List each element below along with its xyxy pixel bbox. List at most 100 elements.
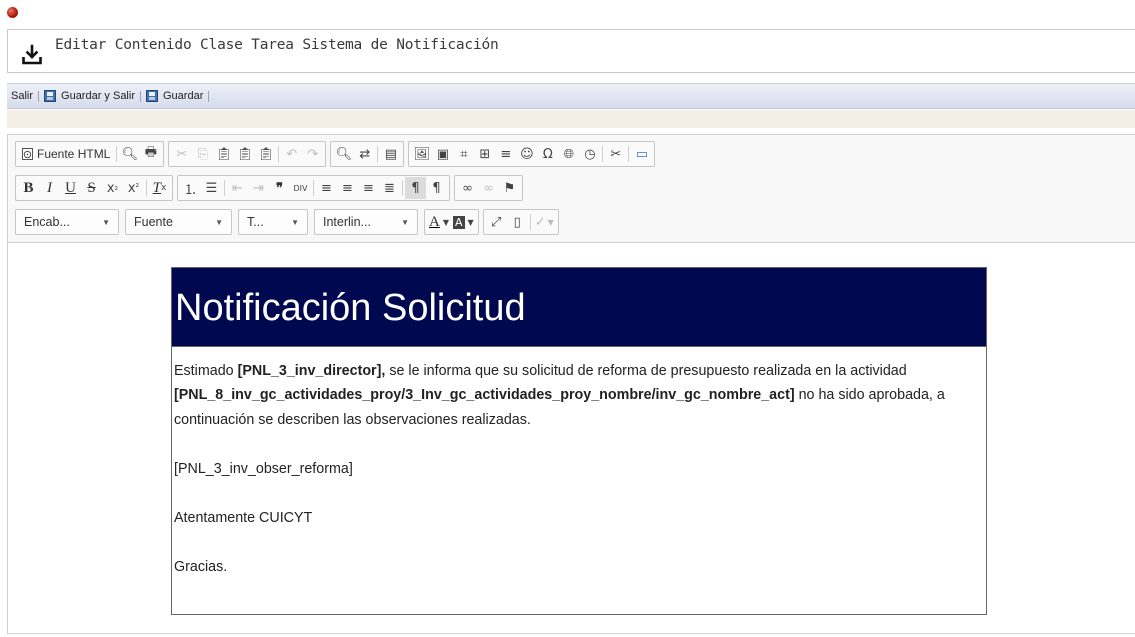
toolbar-group-document: ⊙ Fuente HTML 🔍︎ 🖶	[15, 141, 165, 167]
floppy-icon	[44, 90, 57, 102]
editor-toolbar: ⊙ Fuente HTML 🔍︎ 🖶 ✂ ⎘ 📋︎ 📋︎ 📋︎ ↶ ↷ 🔍︎ ⇄	[8, 135, 1135, 243]
page-title: Editar Contenido Clase Tarea Sistema de …	[55, 37, 499, 53]
format-select-value: Encab...	[24, 215, 70, 229]
chevron-down-icon: ▼	[401, 217, 409, 227]
align-center-icon[interactable]: ≡	[337, 177, 358, 199]
templates-icon[interactable]: ✂	[605, 143, 626, 165]
divider	[116, 146, 118, 162]
spacer-strip	[7, 110, 1135, 128]
save-label: Guardar	[163, 90, 204, 102]
background-color-icon[interactable]: A ▼	[451, 211, 476, 233]
horizontal-rule-icon[interactable]: ≡	[495, 143, 516, 165]
clock-icon[interactable]: ◷	[579, 143, 600, 165]
size-select[interactable]: T... ▼	[238, 209, 308, 235]
chevron-down-icon: ▼	[102, 217, 110, 227]
table-icon[interactable]: ⊞	[474, 143, 495, 165]
notification-heading: Notificación Solicitud	[171, 267, 987, 347]
bold-icon[interactable]: B	[18, 177, 39, 199]
numbered-list-icon[interactable]: ⒈	[180, 177, 201, 199]
div-container-icon[interactable]: DIV	[290, 177, 311, 199]
toolbar-row-3: Encab... ▼ Fuente ▼ T... ▼ Interlin... ▼…	[15, 209, 563, 235]
ltr-icon[interactable]: ¶	[405, 177, 426, 199]
line-height-select-value: Interlin...	[323, 215, 371, 229]
body-paragraph: Estimado [PNL_3_inv_director], se le inf…	[174, 359, 984, 433]
exit-button[interactable]: Salir	[11, 90, 33, 102]
spellcheck-icon[interactable]: ✓ ▼	[533, 211, 556, 233]
align-left-icon[interactable]: ≡	[316, 177, 337, 199]
observations-placeholder: [PNL_3_inv_obser_reforma]	[174, 460, 353, 477]
source-html-button[interactable]: ⊙ Fuente HTML	[18, 143, 114, 165]
blockquote-icon[interactable]: ❞	[269, 177, 290, 199]
toolbar-row-1: ⊙ Fuente HTML 🔍︎ 🖶 ✂ ⎘ 📋︎ 📋︎ 📋︎ ↶ ↷ 🔍︎ ⇄	[15, 141, 659, 167]
divider	[146, 180, 147, 196]
download-icon[interactable]	[21, 44, 43, 66]
notification-body: Estimado [PNL_3_inv_director], se le inf…	[171, 346, 987, 615]
line-height-select[interactable]: Interlin... ▼	[314, 209, 418, 235]
body-text: se le informa que su solicitud de reform…	[385, 362, 907, 379]
form-icon[interactable]: ▭	[631, 143, 652, 165]
underline-icon[interactable]: U	[60, 177, 81, 199]
smiley-icon[interactable]: ☺	[516, 143, 537, 165]
align-justify-icon[interactable]: ≣	[379, 177, 400, 199]
placeholder-director: [PNL_3_inv_director],	[237, 362, 386, 379]
preview-icon[interactable]: 🔍︎	[119, 143, 140, 165]
toolbar-group-colors: A ▼ A ▼	[424, 209, 479, 235]
unlink-icon[interactable]: ∞	[478, 177, 499, 199]
link-icon[interactable]: ∞	[457, 177, 478, 199]
divider	[628, 146, 630, 162]
image-icon[interactable]: 🖼︎	[411, 143, 432, 165]
special-char-icon[interactable]: Ω	[537, 143, 558, 165]
paste-icon[interactable]: 📋︎	[213, 143, 234, 165]
paste-word-icon[interactable]: 📋︎	[255, 143, 276, 165]
toolbar-row-2: B I U S x₂ x² Tx ⒈ ☰ ⇤ ⇥ ❞ DIV ≡ ≡ ≡ ≣ ¶…	[15, 175, 527, 201]
divider	[140, 90, 141, 102]
select-all-icon[interactable]: ▤	[380, 143, 401, 165]
rich-text-editor: ⊙ Fuente HTML 🔍︎ 🖶 ✂ ⎘ 📋︎ 📋︎ 📋︎ ↶ ↷ 🔍︎ ⇄	[7, 134, 1135, 634]
remove-format-icon[interactable]: Tx	[149, 177, 170, 199]
image-gallery-icon[interactable]: ▣	[432, 143, 453, 165]
copy-icon[interactable]: ⎘	[192, 143, 213, 165]
toolbar-group-links: ∞ ∞ ⚑	[454, 175, 523, 201]
editor-content-area[interactable]: Notificación Solicitud Estimado [PNL_3_i…	[8, 243, 1135, 633]
save-and-exit-button[interactable]: Guardar y Salir	[44, 90, 135, 102]
iframe-icon[interactable]: ⌗	[453, 143, 474, 165]
redo-icon[interactable]: ↷	[302, 143, 323, 165]
text-color-icon[interactable]: A ▼	[427, 211, 451, 233]
italic-icon[interactable]: I	[39, 177, 60, 199]
status-indicator	[7, 7, 18, 18]
show-blocks-icon[interactable]: ▯	[507, 211, 528, 233]
replace-icon[interactable]: ⇄	[354, 143, 375, 165]
divider	[38, 90, 40, 102]
globe-icon[interactable]: 🌐︎	[558, 143, 579, 165]
indent-icon[interactable]: ⇥	[248, 177, 269, 199]
rtl-icon[interactable]: ¶	[426, 177, 447, 199]
source-html-label: Fuente HTML	[37, 147, 111, 161]
body-text: Estimado	[174, 362, 238, 379]
source-icon: ⊙	[22, 148, 33, 161]
maximize-icon[interactable]: ⤢	[486, 211, 507, 233]
bulleted-list-icon[interactable]: ☰	[201, 177, 222, 199]
subscript-icon[interactable]: x₂	[102, 177, 123, 199]
font-select[interactable]: Fuente ▼	[125, 209, 232, 235]
divider	[602, 146, 604, 162]
toolbar-group-paragraph: ⒈ ☰ ⇤ ⇥ ❞ DIV ≡ ≡ ≡ ≣ ¶ ¶	[177, 175, 450, 201]
divider	[278, 146, 280, 162]
outdent-icon[interactable]: ⇤	[227, 177, 248, 199]
paste-text-icon[interactable]: 📋︎	[234, 143, 255, 165]
cut-icon[interactable]: ✂	[171, 143, 192, 165]
find-icon[interactable]: 🔍︎	[333, 143, 354, 165]
toolbar-group-clipboard: ✂ ⎘ 📋︎ 📋︎ 📋︎ ↶ ↷	[168, 141, 327, 167]
save-and-exit-label: Guardar y Salir	[61, 90, 135, 102]
save-button[interactable]: Guardar	[146, 90, 203, 102]
toolbar-group-find: 🔍︎ ⇄ ▤	[330, 141, 405, 167]
format-select[interactable]: Encab... ▼	[15, 209, 119, 235]
anchor-flag-icon[interactable]: ⚑	[499, 177, 520, 199]
floppy-icon	[146, 90, 158, 102]
print-icon[interactable]: 🖶	[140, 143, 161, 165]
chevron-down-icon: ▼	[291, 217, 299, 227]
undo-icon[interactable]: ↶	[281, 143, 302, 165]
strikethrough-icon[interactable]: S	[81, 177, 102, 199]
divider	[529, 214, 531, 230]
superscript-icon[interactable]: x²	[123, 177, 144, 199]
align-right-icon[interactable]: ≡	[358, 177, 379, 199]
